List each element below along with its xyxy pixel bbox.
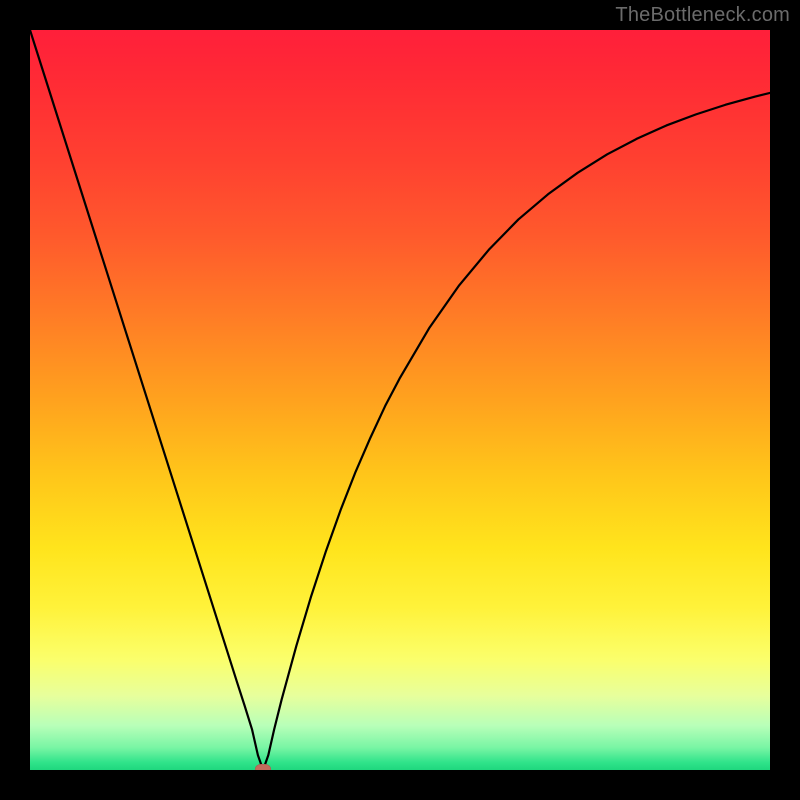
watermark-text: TheBottleneck.com: [615, 4, 790, 27]
bottleneck-curve: [30, 30, 770, 770]
plot-area: [30, 30, 770, 770]
minimum-marker: [255, 764, 271, 770]
chart-stage: TheBottleneck.com: [0, 0, 800, 800]
